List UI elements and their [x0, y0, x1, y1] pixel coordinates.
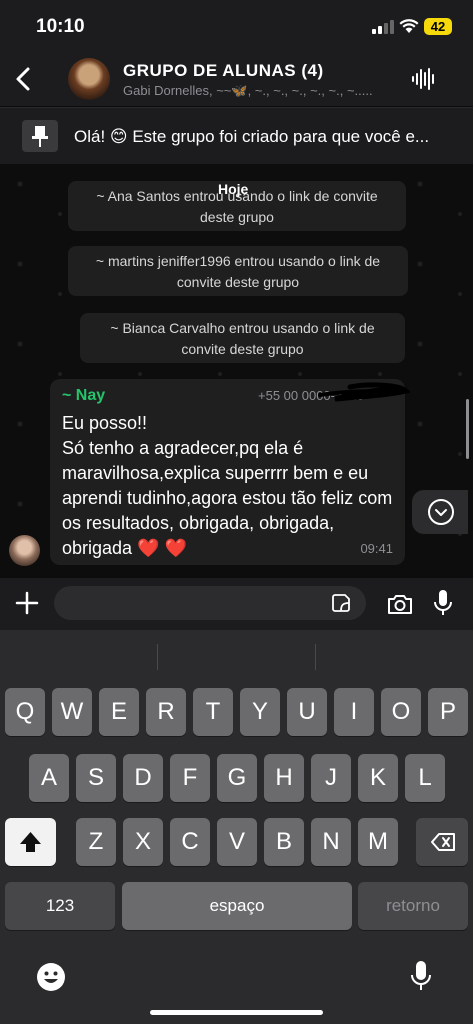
key[interactable]: V [217, 818, 257, 866]
message-input[interactable] [54, 586, 366, 620]
message-bubble[interactable]: ~ Nay +55 00 0000-2710 Eu posso!! Só ten… [50, 379, 410, 565]
return-key[interactable]: retorno [358, 882, 468, 930]
chat-header: GRUPO DE ALUNAS (4) Gabi Dornelles, ~~🦋,… [0, 52, 473, 106]
shift-key[interactable] [5, 818, 56, 866]
system-message: ~ martins jeniffer1996 entrou usando o l… [68, 246, 408, 296]
sender-avatar[interactable] [9, 535, 40, 566]
key[interactable]: O [381, 688, 421, 736]
key[interactable]: X [123, 818, 163, 866]
message-text: Eu posso!! Só tenho a agradecer,pq ela é… [62, 413, 393, 558]
key[interactable]: I [334, 688, 374, 736]
message-sender[interactable]: ~ Nay [62, 387, 105, 405]
key[interactable]: A [29, 754, 69, 802]
home-indicator[interactable] [150, 1010, 323, 1015]
shift-arrow-icon [20, 832, 41, 852]
key[interactable]: Z [76, 818, 116, 866]
key[interactable]: C [170, 818, 210, 866]
scroll-to-bottom-button[interactable] [412, 490, 468, 534]
pin-icon [32, 126, 48, 147]
key[interactable]: F [170, 754, 210, 802]
key[interactable]: N [311, 818, 351, 866]
backspace-key[interactable] [416, 818, 468, 866]
key[interactable]: K [358, 754, 398, 802]
scrollbar[interactable] [466, 399, 469, 459]
key[interactable]: G [217, 754, 257, 802]
group-members[interactable]: Gabi Dornelles, ~~🦋, ~., ~., ~., ~., ~.,… [123, 83, 398, 99]
prediction-divider [157, 644, 158, 670]
key[interactable]: L [405, 754, 445, 802]
backspace-icon [431, 833, 455, 851]
numbers-key[interactable]: 123 [5, 882, 115, 930]
camera-icon[interactable] [386, 592, 414, 616]
key[interactable]: Q [5, 688, 45, 736]
cellular-signal-icon [372, 20, 394, 34]
chat-area[interactable]: ~ Ana Santos entrou usando o link de con… [0, 164, 473, 578]
key[interactable]: Y [240, 688, 280, 736]
back-arrow-icon[interactable] [12, 64, 36, 94]
key[interactable]: W [52, 688, 92, 736]
chevron-down-icon [428, 499, 454, 525]
wifi-icon [399, 19, 419, 33]
dictation-mic-icon[interactable] [410, 960, 432, 992]
group-title[interactable]: GRUPO DE ALUNAS (4) [123, 61, 324, 81]
key[interactable]: P [428, 688, 468, 736]
key[interactable]: S [76, 754, 116, 802]
status-bar: 10:10 42 [0, 0, 473, 52]
key[interactable]: T [193, 688, 233, 736]
system-message: ~ Bianca Carvalho entrou usando o link d… [80, 313, 405, 363]
redaction-scribble [318, 382, 410, 402]
key[interactable]: J [311, 754, 351, 802]
key[interactable]: H [264, 754, 304, 802]
key[interactable]: D [123, 754, 163, 802]
microphone-icon[interactable] [432, 588, 454, 618]
plus-icon[interactable] [14, 588, 40, 618]
status-time: 10:10 [36, 16, 85, 37]
day-label: Hoje [218, 181, 249, 197]
keyboard: Q W E R T Y U I O P A S D F G H J K L Z … [0, 630, 473, 1024]
battery-icon: 42 [424, 18, 452, 35]
message-time: 09:41 [360, 541, 393, 556]
audio-call-icon[interactable] [410, 66, 438, 92]
pinned-text: Olá! 😊 Este grupo foi criado para que vo… [74, 127, 430, 146]
sticker-icon[interactable] [331, 593, 351, 613]
pinned-message-bar[interactable]: Olá! 😊 Este grupo foi criado para que vo… [0, 107, 473, 164]
key[interactable]: R [146, 688, 186, 736]
emoji-icon[interactable] [36, 962, 66, 992]
group-avatar[interactable] [68, 58, 110, 100]
key[interactable]: U [287, 688, 327, 736]
composer-bar [0, 578, 473, 630]
prediction-divider [315, 644, 316, 670]
pin-icon-box [22, 120, 58, 152]
key[interactable]: E [99, 688, 139, 736]
key[interactable]: M [358, 818, 398, 866]
key[interactable]: B [264, 818, 304, 866]
space-key[interactable]: espaço [122, 882, 352, 930]
